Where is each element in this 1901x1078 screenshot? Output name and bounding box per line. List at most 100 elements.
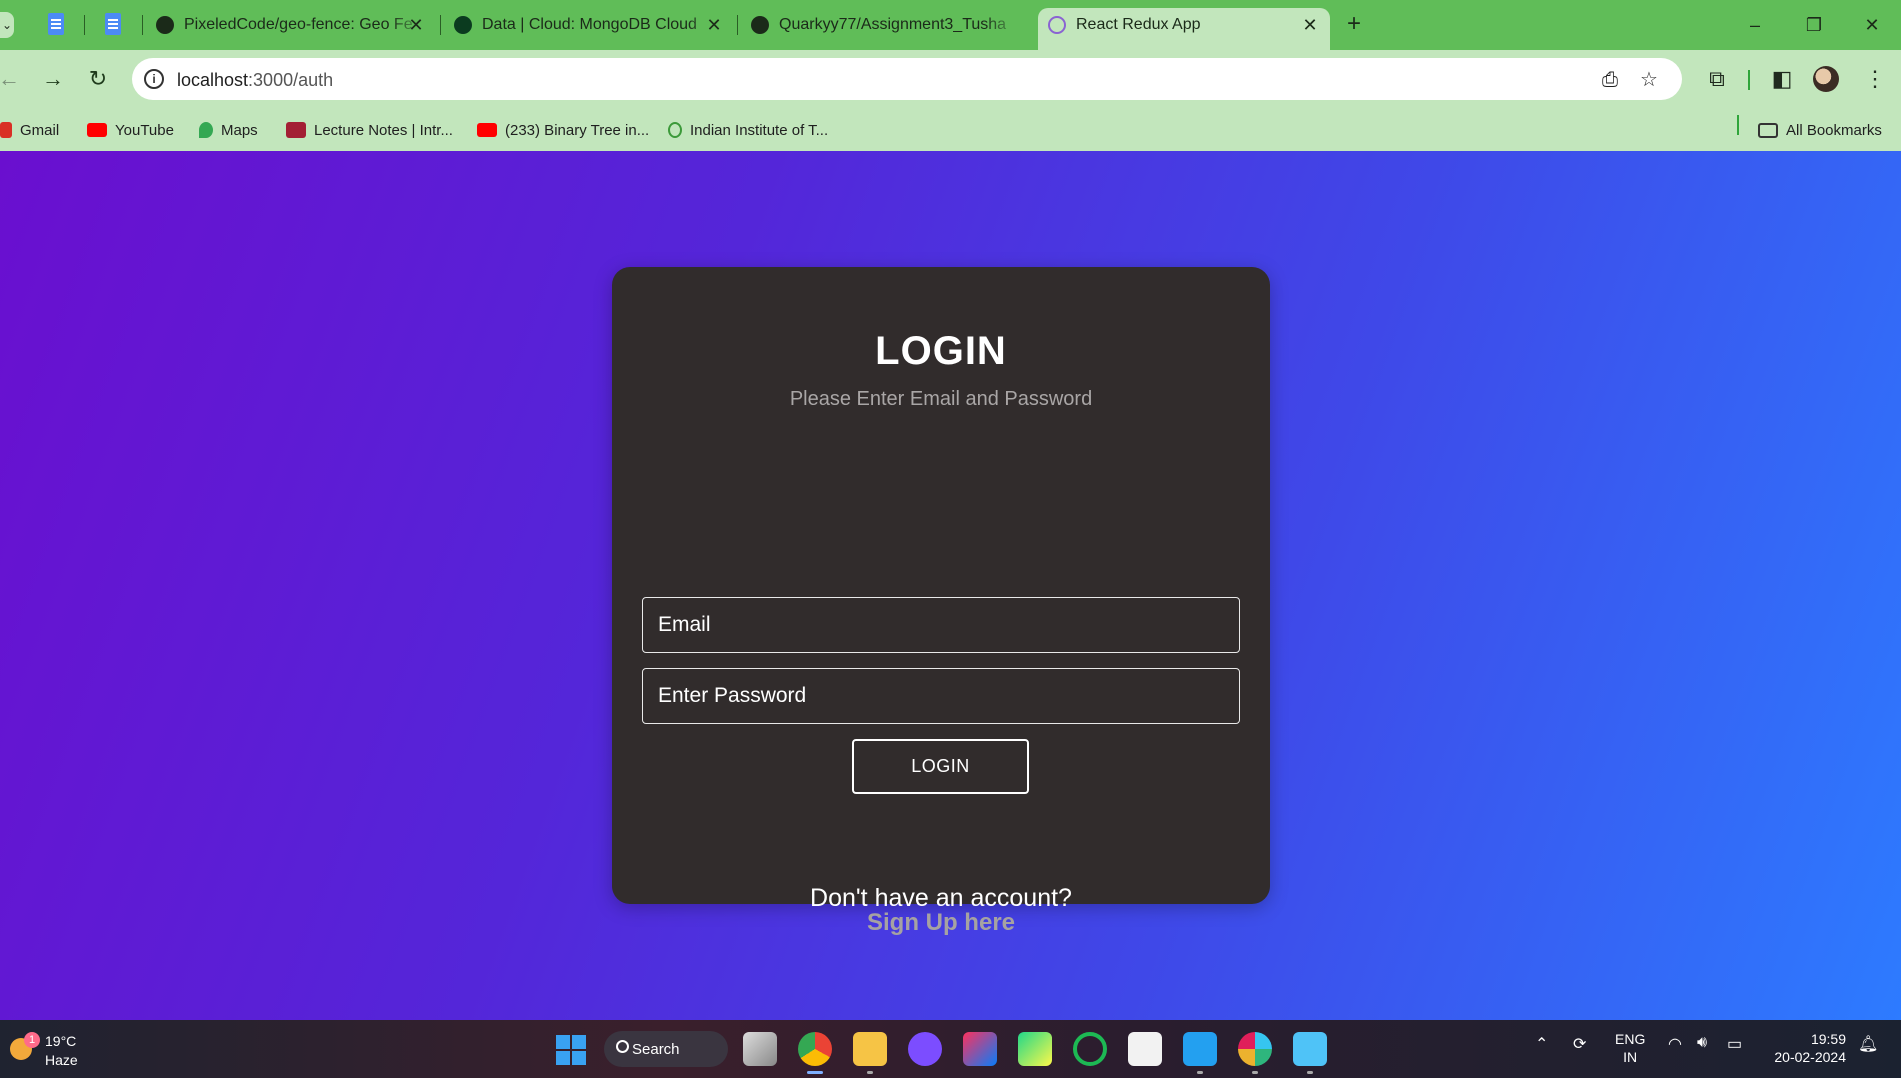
show-hidden-icons-chevron[interactable]: ⌃: [1535, 1034, 1548, 1054]
tab-title: Data | Cloud: MongoDB Cloud: [482, 16, 697, 33]
bookmark-youtube[interactable]: YouTube: [87, 119, 174, 141]
bookmark-maps[interactable]: Maps: [199, 119, 258, 141]
url-host: localhost: [177, 70, 249, 90]
maps-pin-icon: [199, 122, 213, 138]
windows-taskbar: 1 19°C Haze Search ⌃ ⟳ ENG IN ◠ 🔊︎ ▭ 19:…: [0, 1020, 1901, 1078]
taskbar-search[interactable]: Search: [604, 1031, 728, 1067]
bookmark-label: Maps: [221, 121, 258, 139]
iit-logo-icon: [668, 122, 682, 138]
google-docs-icon: [48, 13, 64, 35]
close-tab-icon[interactable]: ✕: [704, 14, 724, 36]
slack-icon[interactable]: [1238, 1032, 1272, 1066]
profile-avatar[interactable]: [1813, 66, 1839, 92]
running-app-indicator: [1252, 1071, 1258, 1074]
tab-search-button[interactable]: ⌄: [0, 12, 14, 38]
login-card: LOGIN Please Enter Email and Password LO…: [612, 267, 1270, 936]
language-code: ENG: [1615, 1031, 1646, 1047]
github-desktop-icon[interactable]: [908, 1032, 942, 1066]
volume-icon[interactable]: 🔊︎: [1697, 1034, 1707, 1052]
vscode-icon[interactable]: [1183, 1032, 1217, 1066]
running-app-indicator: [1307, 1071, 1313, 1074]
github-icon: [751, 16, 769, 34]
weather-temperature: 19°C: [45, 1033, 77, 1049]
password-input[interactable]: [642, 668, 1240, 724]
all-bookmarks-folder[interactable]: All Bookmarks: [1758, 119, 1882, 141]
file-explorer-icon[interactable]: [853, 1032, 887, 1066]
reload-button[interactable]: ↻: [83, 64, 113, 94]
task-view-icon[interactable]: [743, 1032, 777, 1066]
tab-mongodb[interactable]: Data | Cloud: MongoDB Cloud ✕: [454, 11, 724, 39]
page-background: LOGIN Please Enter Email and Password LO…: [0, 151, 1901, 1020]
notifications-icon[interactable]: 🔔︎: [1858, 1034, 1878, 1054]
new-tab-button[interactable]: +: [1340, 11, 1368, 39]
search-icon: [616, 1040, 629, 1053]
wifi-icon[interactable]: ◠: [1668, 1034, 1682, 1054]
running-app-indicator: [1197, 1071, 1203, 1074]
active-app-indicator: [807, 1071, 823, 1074]
bookmarks-bar: Gmail YouTube Maps Lecture Notes | Intr.…: [0, 108, 1901, 151]
url-text[interactable]: localhost:3000/auth: [177, 70, 333, 91]
login-title: LOGIN: [875, 329, 1007, 373]
capcut-icon[interactable]: [1128, 1032, 1162, 1066]
bookmark-label: Lecture Notes | Intr...: [314, 121, 453, 139]
address-bar[interactable]: i localhost:3000/auth ⎙ ☆: [132, 58, 1682, 100]
close-tab-icon[interactable]: ✕: [1300, 14, 1320, 36]
pinned-tab-docs[interactable]: [45, 13, 67, 37]
restore-button[interactable]: ❐: [1794, 10, 1834, 40]
bookmark-gmail[interactable]: Gmail: [0, 119, 59, 141]
browser-tab-strip: ⌄ PixeledCode/geo-fence: Geo Fe ✕ Data |…: [0, 0, 1901, 50]
weather-widget[interactable]: 1 19°C Haze: [6, 1030, 96, 1070]
close-window-button[interactable]: ✕: [1852, 10, 1892, 40]
tab-github-geo-fence[interactable]: PixeledCode/geo-fence: Geo Fe ✕: [156, 11, 426, 39]
extensions-icon[interactable]: ⧉: [1702, 64, 1732, 94]
notification-badge: 1: [24, 1032, 40, 1048]
battery-icon[interactable]: ▭: [1727, 1034, 1742, 1054]
chrome-icon[interactable]: [798, 1032, 832, 1066]
loading-app-icon[interactable]: [1073, 1032, 1107, 1066]
bookmark-label: Indian Institute of T...: [690, 121, 829, 139]
start-button[interactable]: [556, 1035, 586, 1065]
back-button[interactable]: ←: [0, 64, 24, 94]
minimize-button[interactable]: –: [1735, 10, 1775, 40]
bookmark-binary-tree[interactable]: (233) Binary Tree in...: [477, 119, 649, 141]
signup-link[interactable]: Sign Up here: [612, 909, 1270, 937]
redux-icon: [1048, 16, 1066, 34]
tab-separator: [737, 15, 738, 35]
site-info-icon[interactable]: i: [144, 69, 164, 89]
login-subtitle: Please Enter Email and Password: [789, 388, 1093, 410]
folder-icon: [1758, 122, 1778, 138]
tab-github-assignment[interactable]: Quarkyy77/Assignment3_Tusha ✕: [751, 11, 1021, 39]
clock-date: 20-02-2024: [1774, 1049, 1846, 1065]
intellij-icon[interactable]: [963, 1032, 997, 1066]
pinned-tab-docs-2[interactable]: [102, 13, 124, 37]
region-code: IN: [1623, 1049, 1638, 1065]
system-clock[interactable]: 19:59 20-02-2024: [1764, 1030, 1846, 1066]
tab-separator: [440, 15, 441, 35]
youtube-icon: [87, 123, 107, 137]
bookmark-iit[interactable]: Indian Institute of T...: [668, 119, 828, 141]
email-input[interactable]: [642, 597, 1240, 653]
mit-ocw-icon: [286, 122, 306, 138]
tab-react-redux-app[interactable]: React Redux App ✕: [1048, 11, 1320, 39]
clock-time: 19:59: [1810, 1031, 1846, 1047]
mongodb-leaf-icon: [454, 16, 472, 34]
browser-menu-icon[interactable]: ⋮: [1860, 64, 1890, 94]
gmail-icon: [0, 122, 12, 138]
bookmark-star-icon[interactable]: ☆: [1637, 68, 1661, 92]
close-tab-icon[interactable]: ✕: [406, 14, 426, 36]
running-app-indicator: [867, 1071, 873, 1074]
sync-icon[interactable]: ⟳: [1573, 1034, 1586, 1054]
bookmark-lecture-notes[interactable]: Lecture Notes | Intr...: [286, 119, 453, 141]
weather-condition: Haze: [45, 1052, 78, 1068]
forward-button[interactable]: →: [38, 64, 68, 94]
login-button[interactable]: LOGIN: [852, 739, 1029, 794]
tab-title: React Redux App: [1076, 16, 1201, 33]
install-app-icon[interactable]: ⎙: [1598, 68, 1622, 92]
github-icon: [156, 16, 174, 34]
all-bookmarks-label: All Bookmarks: [1786, 121, 1882, 139]
bookmark-label: (233) Binary Tree in...: [505, 121, 650, 139]
side-panel-icon[interactable]: ◧: [1767, 64, 1797, 94]
pycharm-icon[interactable]: [1018, 1032, 1052, 1066]
notepad-icon[interactable]: [1293, 1032, 1327, 1066]
language-indicator[interactable]: ENG IN: [1615, 1030, 1645, 1066]
